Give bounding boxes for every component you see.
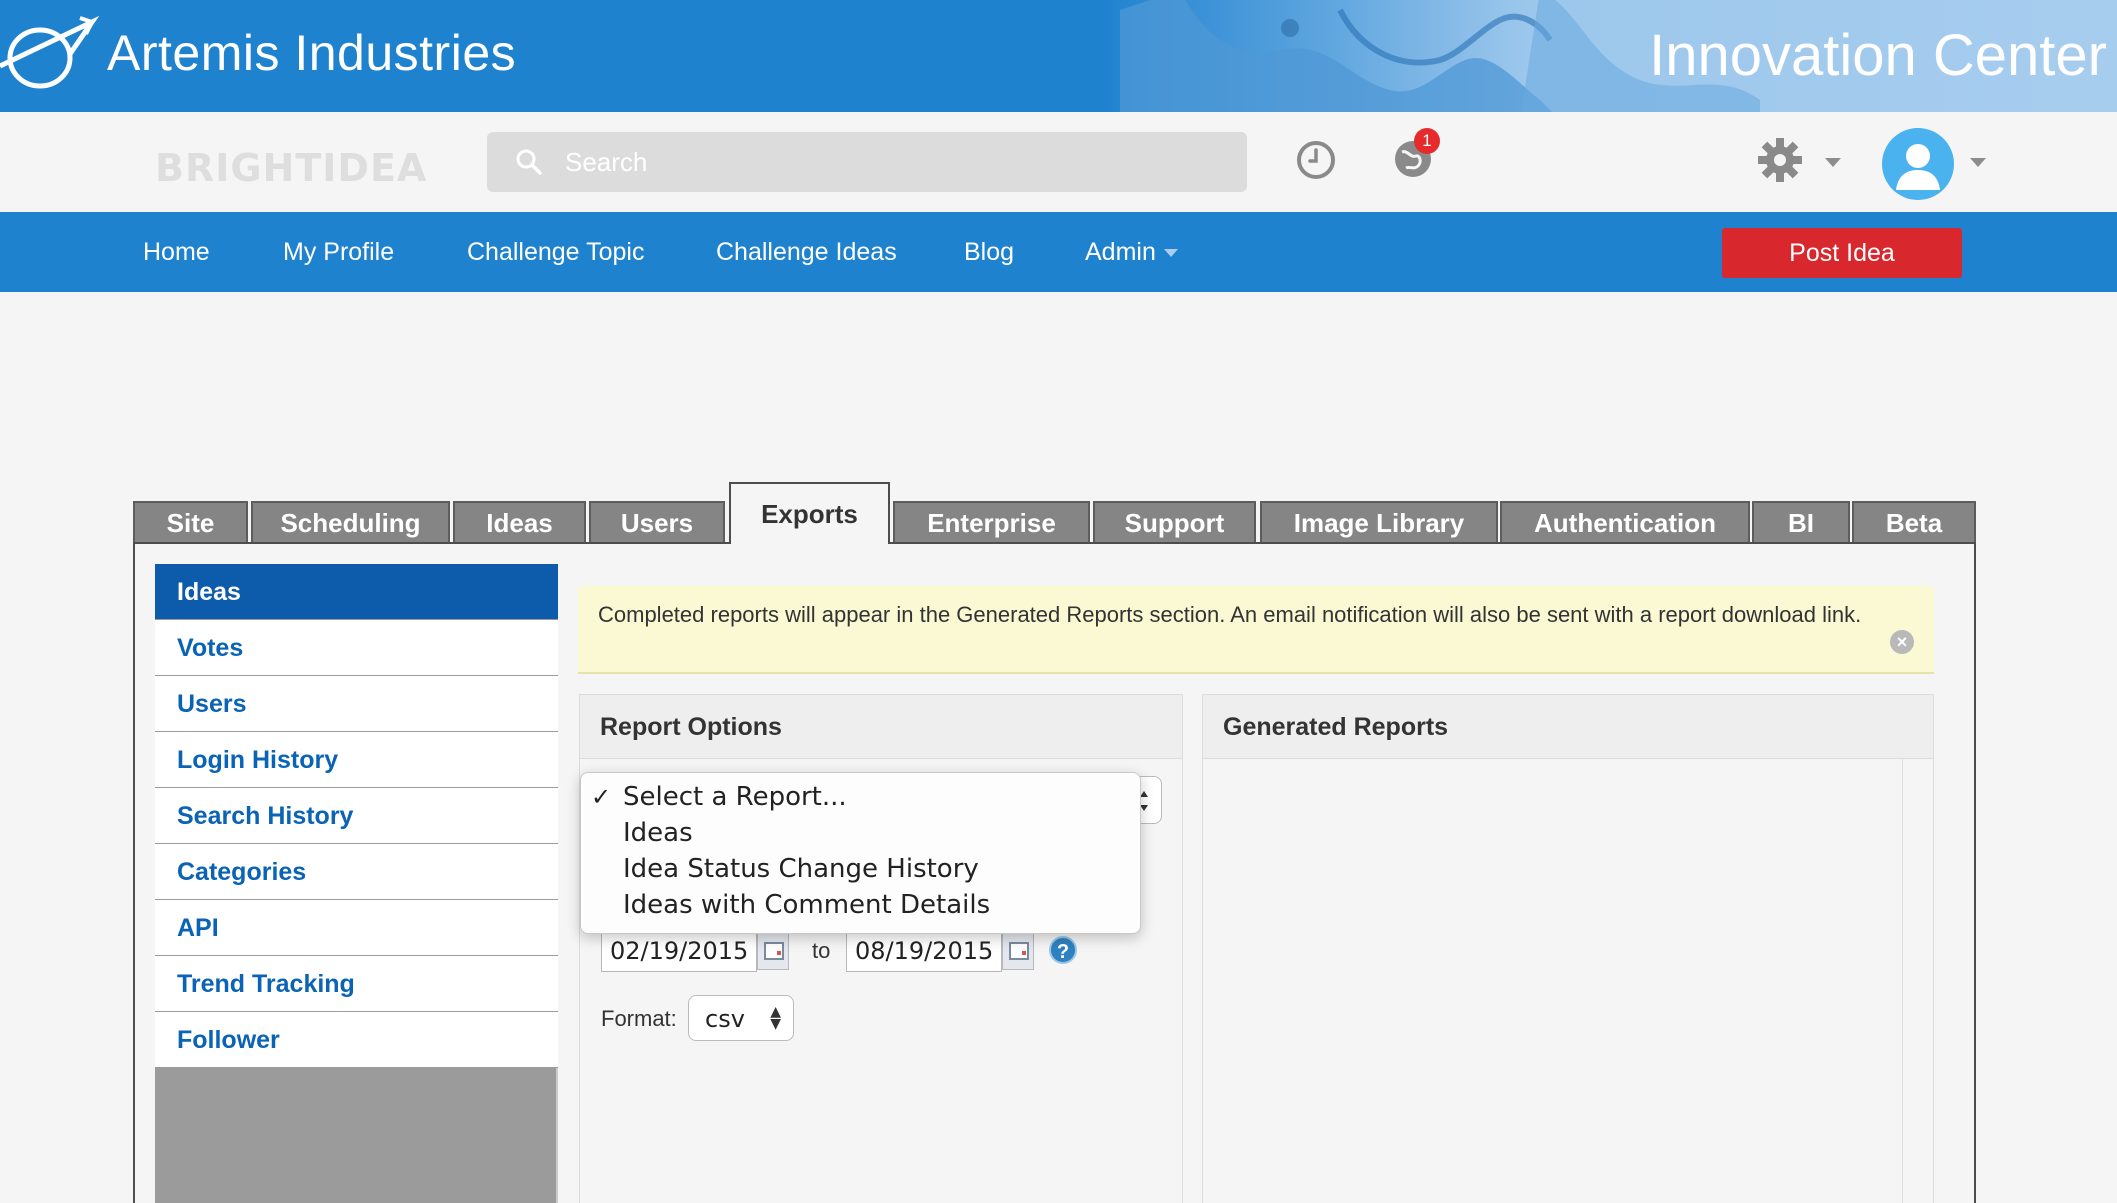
generated-reports-title: Generated Reports <box>1203 695 1933 759</box>
format-select[interactable]: csv ▲ ▼ <box>688 995 794 1041</box>
sidebar-item-ideas[interactable]: Ideas <box>155 564 558 620</box>
tab-scheduling[interactable]: Scheduling <box>251 501 450 542</box>
company-name: Artemis Industries <box>107 25 517 81</box>
close-icon[interactable]: × <box>1890 630 1914 654</box>
main-nav: Home My Profile Challenge Topic Challeng… <box>0 212 2117 292</box>
dropdown-option-idea-status-change-history[interactable]: Idea Status Change History <box>581 851 1140 887</box>
nav-blog[interactable]: Blog <box>964 212 1014 292</box>
tab-site[interactable]: Site <box>133 501 248 542</box>
calendar-icon[interactable] <box>757 932 789 970</box>
notification-badge: 1 <box>1414 128 1440 154</box>
dropdown-option-ideas-with-comment-details[interactable]: Ideas with Comment Details <box>581 887 1140 923</box>
clock-icon[interactable] <box>1296 140 1336 180</box>
nav-challenge-ideas[interactable]: Challenge Ideas <box>716 212 897 292</box>
tab-ideas[interactable]: Ideas <box>453 501 586 542</box>
tab-exports[interactable]: Exports <box>729 482 890 544</box>
dropdown-option-ideas[interactable]: Ideas <box>581 815 1140 851</box>
sidebar-item-login-history[interactable]: Login History <box>155 732 558 788</box>
sidebar-item-users[interactable]: Users <box>155 676 558 732</box>
chevron-down-icon <box>1163 249 1178 258</box>
gear-icon[interactable] <box>1756 136 1804 184</box>
exports-sidebar: Ideas Votes Users Login History Search H… <box>155 564 558 1203</box>
nav-admin[interactable]: Admin <box>1085 212 1178 292</box>
tab-authentication[interactable]: Authentication <box>1500 501 1750 542</box>
sidebar-item-search-history[interactable]: Search History <box>155 788 558 844</box>
date-to-input[interactable]: 08/19/2015 <box>846 930 1002 972</box>
nav-my-profile[interactable]: My Profile <box>283 212 394 292</box>
sidebar-item-follower[interactable]: Follower <box>155 1012 558 1068</box>
innovation-center-title: Innovation Center <box>1649 23 2107 88</box>
notifications-button[interactable]: 1 <box>1392 128 1440 185</box>
tab-users[interactable]: Users <box>589 501 725 542</box>
tab-bi[interactable]: BI <box>1752 501 1850 542</box>
brightidea-logo: BRIGHTIDEA <box>155 146 428 190</box>
utility-bar: BRIGHTIDEA 1 <box>0 112 2117 212</box>
sidebar-item-api[interactable]: API <box>155 900 558 956</box>
tab-beta[interactable]: Beta <box>1852 501 1976 542</box>
date-from-input[interactable]: 02/19/2015 <box>601 930 757 972</box>
search-box[interactable] <box>487 132 1247 192</box>
notice-text: Completed reports will appear in the Gen… <box>598 602 1862 627</box>
dropdown-option-select-report[interactable]: ✓ Select a Report... <box>581 779 1140 815</box>
select-arrows-icon: ▲ ▼ <box>770 1004 781 1032</box>
search-icon <box>516 149 542 175</box>
sidebar-item-categories[interactable]: Categories <box>155 844 558 900</box>
artemis-logo-icon <box>0 15 100 89</box>
tab-support[interactable]: Support <box>1093 501 1256 542</box>
tab-image-library[interactable]: Image Library <box>1260 501 1498 542</box>
format-label: Format: <box>601 1006 677 1031</box>
generated-reports-box: Generated Reports <box>1202 694 1934 1203</box>
tab-enterprise[interactable]: Enterprise <box>893 501 1090 542</box>
date-range-to-label: to <box>812 938 831 963</box>
checkmark-icon: ✓ <box>591 783 612 811</box>
sidebar-item-votes[interactable]: Votes <box>155 620 558 676</box>
nav-home[interactable]: Home <box>143 212 210 292</box>
profile-chevron-down-icon[interactable] <box>1970 158 1986 167</box>
nav-admin-label: Admin <box>1085 238 1156 266</box>
settings-chevron-down-icon[interactable] <box>1825 158 1841 167</box>
avatar[interactable] <box>1882 128 1954 200</box>
info-notice: Completed reports will appear in the Gen… <box>578 586 1934 674</box>
sidebar-item-trend-tracking[interactable]: Trend Tracking <box>155 956 558 1012</box>
search-input[interactable] <box>565 140 1215 184</box>
report-options-title: Report Options <box>580 695 1182 759</box>
format-value: csv <box>705 1005 745 1033</box>
dropdown-option-label: Select a Report... <box>623 782 847 812</box>
generated-reports-list <box>1203 759 1903 1203</box>
help-icon[interactable]: ? <box>1049 936 1077 964</box>
report-dropdown-menu: ✓ Select a Report... Ideas Idea Status C… <box>580 772 1141 934</box>
header-banner: Artemis Industries Innovation Center <box>0 0 2117 112</box>
calendar-icon[interactable] <box>1002 932 1034 970</box>
user-icon <box>1896 144 1940 190</box>
nav-challenge-topic[interactable]: Challenge Topic <box>467 212 644 292</box>
post-idea-button[interactable]: Post Idea <box>1722 228 1962 278</box>
